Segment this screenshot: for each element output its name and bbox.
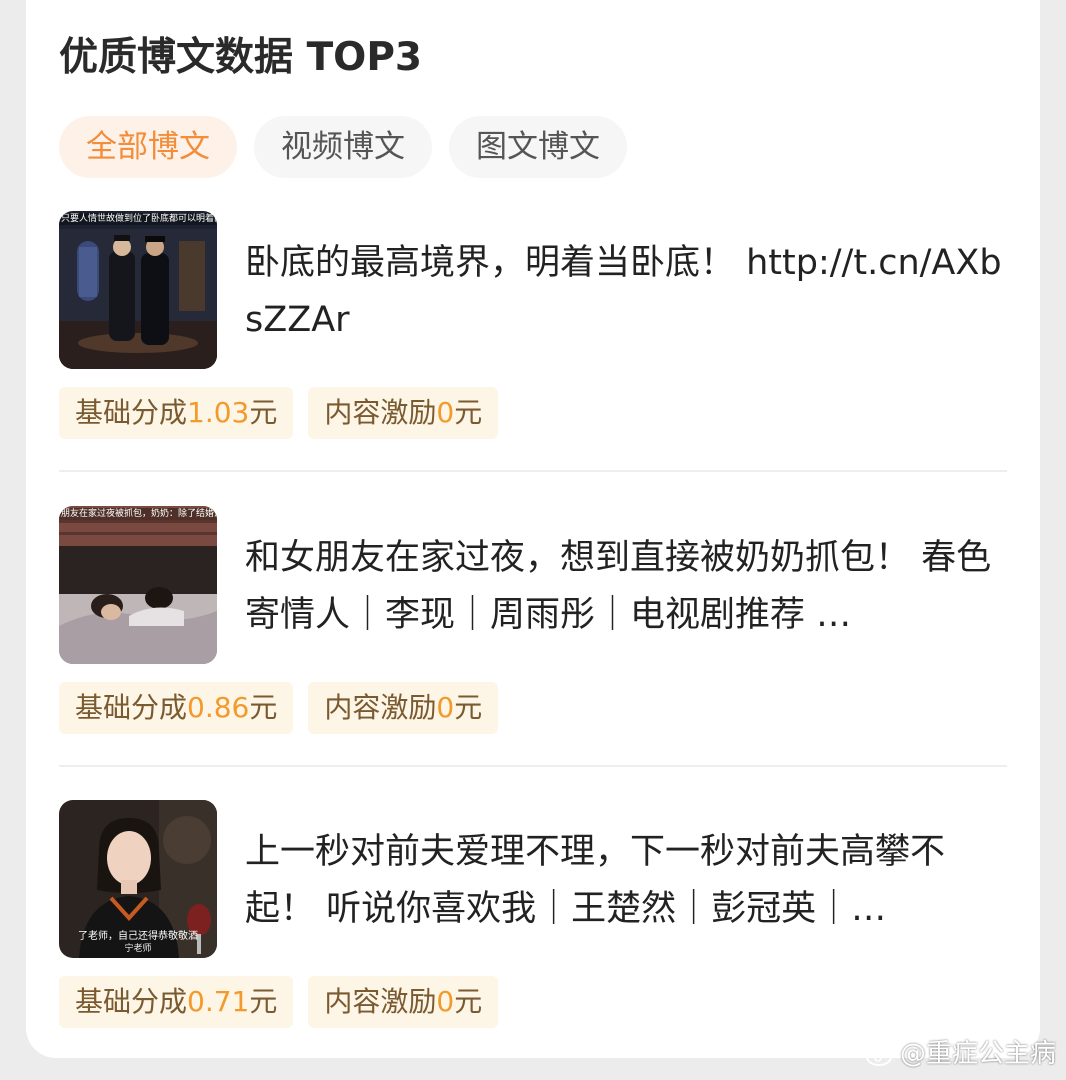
post-thumbnail[interactable]: 朋友在家过夜被抓包，奶奶：除了结婚没其他办 xyxy=(59,506,217,664)
thumbnail-subtitle: 了老师，自己还得恭敬敬酒 xyxy=(78,931,198,942)
content-incentive-unit: 元 xyxy=(454,396,483,429)
content-incentive-value: 0 xyxy=(436,396,455,429)
earnings-badges: 基础分成0.71元 内容激励0元 xyxy=(59,976,499,1028)
thumbnail-caption: 朋友在家过夜被抓包，奶奶：除了结婚没其他办 xyxy=(59,508,217,520)
content-incentive-badge: 内容激励0元 xyxy=(308,682,499,734)
divider xyxy=(59,765,1007,767)
post-thumbnail[interactable]: 只要人情世故做到位了卧底都可以明着卧了 xyxy=(59,211,217,369)
video-thumbnail-image xyxy=(59,506,217,664)
thumbnail-caption: 只要人情世故做到位了卧底都可以明着卧了 xyxy=(59,213,217,225)
content-incentive-value: 0 xyxy=(436,691,455,724)
base-share-unit: 元 xyxy=(249,396,278,429)
top-posts-card: 优质博文数据 TOP3 全部博文 视频博文 图文博文 只要人情世故做到位了卧底都… xyxy=(26,0,1040,1058)
content-incentive-unit: 元 xyxy=(454,691,483,724)
earnings-badges: 基础分成0.86元 内容激励0元 xyxy=(59,682,499,734)
post-text[interactable]: 卧底的最高境界，明着当卧底！ http://t.cn/AXbsZZAr xyxy=(245,235,1005,349)
content-incentive-label: 内容激励 xyxy=(324,396,437,429)
base-share-unit: 元 xyxy=(249,691,278,724)
watermark-text: @重症公主病 xyxy=(899,1039,1056,1069)
content-incentive-badge: 内容激励0元 xyxy=(308,976,499,1028)
watermark: @重症公主病 xyxy=(865,1038,1056,1070)
base-share-label: 基础分成 xyxy=(75,691,188,724)
page-title: 优质博文数据 TOP3 xyxy=(59,35,423,80)
base-share-badge: 基础分成0.71元 xyxy=(59,976,294,1028)
tab-image-text-posts[interactable]: 图文博文 xyxy=(449,116,627,178)
base-share-unit: 元 xyxy=(249,985,278,1018)
base-share-value: 1.03 xyxy=(187,396,250,429)
post-thumbnail[interactable]: 了老师，自己还得恭敬敬酒 宁老师 xyxy=(59,800,217,958)
base-share-label: 基础分成 xyxy=(75,396,188,429)
thumbnail-subtitle-name: 宁老师 xyxy=(124,944,152,954)
content-incentive-badge: 内容激励0元 xyxy=(308,387,499,439)
content-incentive-value: 0 xyxy=(436,985,455,1018)
weibo-logo-icon xyxy=(865,1044,894,1066)
tab-all-posts[interactable]: 全部博文 xyxy=(59,116,237,178)
post-text[interactable]: 和女朋友在家过夜，想到直接被奶奶抓包！ 春色寄情人｜李现｜周雨彤｜电视剧推荐 … xyxy=(245,530,1005,644)
base-share-value: 0.71 xyxy=(187,985,250,1018)
divider xyxy=(59,470,1007,472)
post-type-tabs: 全部博文 视频博文 图文博文 xyxy=(59,116,627,178)
base-share-label: 基础分成 xyxy=(75,985,188,1018)
content-incentive-label: 内容激励 xyxy=(324,985,437,1018)
content-incentive-label: 内容激励 xyxy=(324,691,437,724)
post-text[interactable]: 上一秒对前夫爱理不理，下一秒对前夫高攀不起！ 听说你喜欢我｜王楚然｜彭冠英｜… xyxy=(245,824,1005,938)
base-share-value: 0.86 xyxy=(187,691,250,724)
tab-video-posts[interactable]: 视频博文 xyxy=(254,116,432,178)
earnings-badges: 基础分成1.03元 内容激励0元 xyxy=(59,387,499,439)
base-share-badge: 基础分成0.86元 xyxy=(59,682,294,734)
content-incentive-unit: 元 xyxy=(454,985,483,1018)
base-share-badge: 基础分成1.03元 xyxy=(59,387,294,439)
video-thumbnail-image xyxy=(59,211,217,369)
